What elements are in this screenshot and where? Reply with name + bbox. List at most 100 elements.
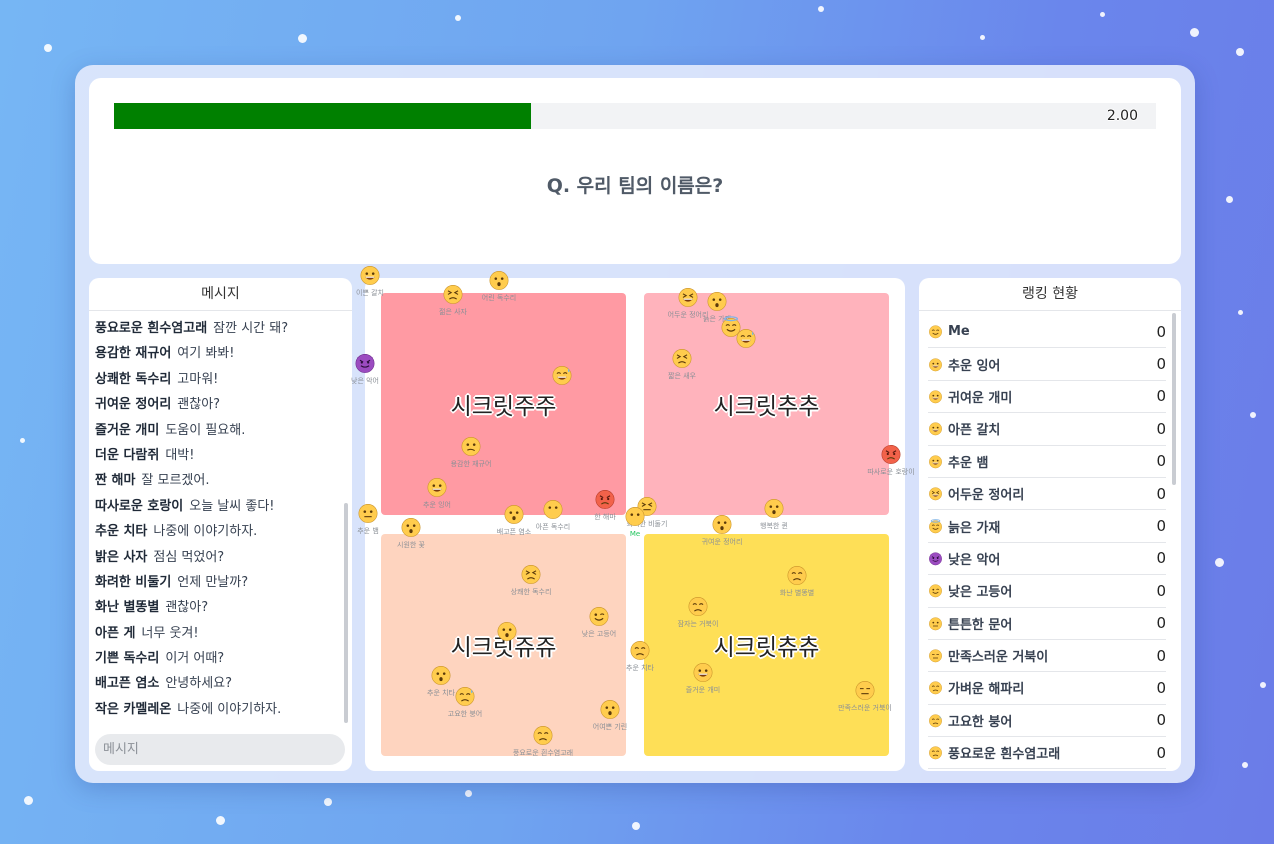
ranking-scrollbar[interactable] (1172, 313, 1176, 485)
snowflake (324, 798, 332, 806)
ranking-score: 0 (1156, 355, 1166, 374)
sweat-emoji-icon (929, 714, 942, 728)
big-smile-emoji-icon (693, 663, 713, 682)
scream-emoji-icon (764, 499, 784, 518)
snowflake (44, 44, 52, 52)
message-sender: 즐거운 개미 (95, 422, 160, 438)
message-scrollbar[interactable] (344, 503, 348, 723)
player-name: 추운 치타 (626, 664, 654, 672)
big-smile-emoji-icon (929, 390, 942, 404)
player-name: 고요한 붕어 (447, 710, 483, 718)
message-item: 풍요로운 흰수염고래 잠깐 시간 돼? (95, 316, 340, 341)
confounded-emoji-icon (521, 565, 541, 584)
message-sender: 추운 치타 (95, 524, 148, 540)
player-avatar: 만족스러운 거북이 (830, 679, 900, 713)
ranking-player-name: 고요한 붕어 (948, 714, 1013, 730)
ranking-score: 0 (1156, 322, 1166, 341)
message-item: 화난 별똥별 괜찮아? (95, 595, 340, 620)
confused-emoji-icon (461, 437, 481, 456)
ranking-player-name: 아픈 갈치 (948, 423, 1001, 439)
player-name: 용감한 재규어 (450, 460, 492, 468)
snowflake (20, 438, 25, 443)
player-avatar: Me (600, 505, 670, 539)
message-sender: 상쾌한 독수리 (95, 371, 172, 387)
ranking-row: 풍요로운 흰수염고래 0 (928, 737, 1166, 770)
weary-emoji-icon (443, 285, 463, 304)
surprised-emoji-icon (489, 271, 509, 290)
player-name: 어여쁜 기린 (592, 723, 628, 731)
message-sender: 배고픈 염소 (95, 676, 160, 692)
snowflake (1260, 682, 1266, 688)
player-name: 이쁜 갈치 (356, 289, 384, 297)
message-text: 너무 웃겨! (141, 625, 199, 641)
ranking-row: Me 0 (928, 316, 1166, 349)
message-text: 괜찮아? (177, 397, 221, 413)
sweat-emoji-icon (455, 687, 475, 706)
ranking-list[interactable]: Me 0 추운 잉어 0 귀여운 개미 0 아픈 갈치 0 추운 뱀 0 어두운 정어리 0 늙은 가재… (928, 316, 1166, 770)
ranking-score: 0 (1156, 484, 1166, 503)
message-text: 나중에 이야기하자. (153, 524, 258, 540)
message-sender: 기쁜 독수리 (95, 651, 160, 667)
hushed-emoji-icon (401, 518, 421, 537)
message-sender: 따사로운 호랑이 (95, 498, 184, 514)
sweat-smile-emoji-icon (736, 329, 756, 348)
message-item: 화려한 비둘기 언제 만날까? (95, 570, 340, 595)
ranking-row: 어두운 정어리 0 (928, 478, 1166, 511)
player-name: 낮은 악어 (351, 377, 379, 385)
player-name: 풍요로운 흰수염고래 (512, 749, 574, 757)
message-input[interactable] (95, 734, 345, 765)
ranking-player-name: 귀여운 개미 (948, 390, 1013, 406)
ranking-score: 0 (1156, 743, 1166, 762)
devil-emoji-icon (355, 354, 375, 373)
ranking-score: 0 (1156, 614, 1166, 633)
game-arena[interactable]: 시크릿주주 시크릿추추 시크릿쥬쥬 시크릿츄츄 이쁜 갈치 젊은 사자 어린 독수리… (351, 266, 915, 771)
player-avatar: 즐거운 개미 (668, 661, 738, 695)
snowflake (1215, 558, 1224, 567)
player-avatar: 고요한 붕어 (430, 685, 500, 719)
message-panel: 메시지 풍요로운 흰수염고래 잠깐 시간 돼? 용감한 재규어 여기 봐봐! 상쾌한 독… (89, 278, 352, 771)
sweat-smile-emoji-icon (552, 366, 572, 385)
question-text: Q. 우리 팀의 이름은? (546, 175, 724, 197)
ranking-player-name: 만족스러운 거북이 (948, 650, 1049, 666)
laugh-emoji-icon (929, 487, 942, 501)
message-item: 더운 다람쥐 대박! (95, 443, 340, 468)
player-avatar: 풍요로운 흰수염고래 (508, 724, 578, 758)
ranking-player-name: 낮은 고등어 (948, 585, 1013, 601)
player-name: 어린 독수리 (481, 294, 517, 302)
ranking-score: 0 (1156, 452, 1166, 471)
message-item: 추운 치타 나중에 이야기하자. (95, 519, 340, 544)
message-text: 대박! (165, 447, 195, 463)
ranking-score: 0 (1156, 419, 1166, 438)
message-text: 잘 모르겠어. (141, 473, 210, 489)
blank-emoji-icon (543, 500, 563, 519)
player-name: 즐거운 개미 (685, 686, 721, 694)
ranking-score: 0 (1156, 581, 1166, 600)
message-item: 기쁜 독수리 이거 어때? (95, 646, 340, 671)
message-list[interactable]: 풍요로운 흰수염고래 잠깐 시간 돼? 용감한 재규어 여기 봐봐! 상쾌한 독수리 고마… (95, 316, 340, 722)
message-text: 괜찮아? (165, 600, 209, 616)
ranking-row: 아픈 갈치 0 (928, 413, 1166, 446)
message-text: 잠깐 시간 돼? (213, 321, 289, 336)
ranking-score: 0 (1156, 646, 1166, 665)
ranking-row: 고요한 붕어 0 (928, 705, 1166, 738)
player-avatar: 어린 독수리 (464, 269, 534, 303)
ranking-score: 0 (1156, 549, 1166, 568)
snowflake (1226, 196, 1233, 203)
ranking-player-name: 튼튼한 문어 (948, 617, 1013, 633)
message-item: 짠 해마 잘 모르겠어. (95, 468, 340, 493)
message-text: 점심 먹었어? (153, 549, 225, 565)
ranking-row: 추운 잉어 0 (928, 348, 1166, 381)
message-item: 용감한 재규어 여기 봐봐! (95, 341, 340, 366)
grin-emoji-icon (427, 478, 447, 497)
message-text: 여기 봐봐! (177, 346, 235, 362)
player-name: 젊은 사자 (439, 308, 467, 316)
player-avatar: 상쾌한 독수리 (496, 563, 566, 597)
snowflake (1242, 762, 1248, 768)
blank-emoji-icon (625, 507, 645, 526)
ranking-panel-title: 랭킹 현황 (919, 278, 1181, 311)
ranking-row: 가벼운 해파리 0 (928, 672, 1166, 705)
grin-emoji-icon (929, 357, 942, 371)
wink-emoji-icon (929, 584, 942, 598)
snowflake (1100, 12, 1105, 17)
snowflake (465, 790, 472, 797)
